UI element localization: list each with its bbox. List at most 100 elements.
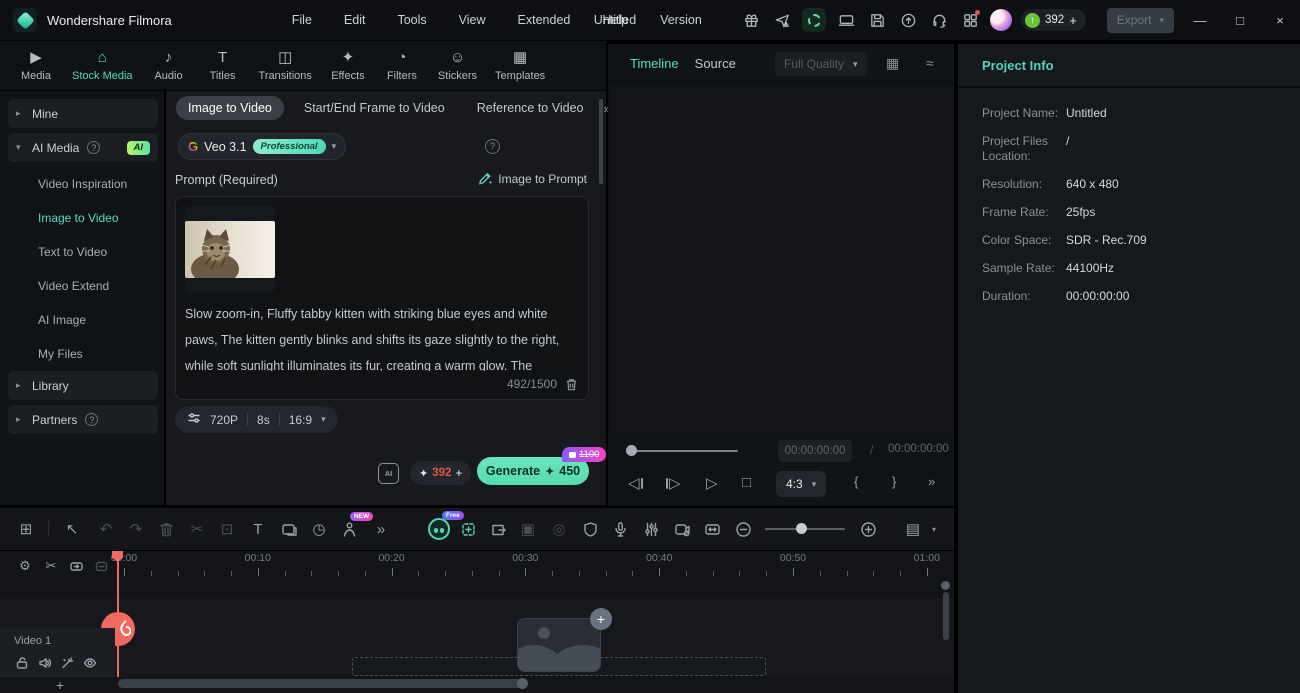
sidebar-item-video-inspiration[interactable]: Video Inspiration: [8, 167, 158, 201]
undo-icon[interactable]: ↶: [93, 508, 119, 550]
track-visibility-eye-icon[interactable]: [81, 654, 99, 672]
split-icon[interactable]: ✂: [184, 508, 210, 550]
chevron-down-icon[interactable]: ▾: [332, 141, 337, 152]
quality-selector[interactable]: Full Quality ▾: [775, 52, 867, 76]
scopes-icon[interactable]: ≈: [926, 55, 934, 71]
tab-image-to-video[interactable]: Image to Video: [176, 96, 284, 120]
sidebar-section-library[interactable]: ▸ Library: [8, 371, 158, 400]
credits-pill[interactable]: ↑ 392 +: [1021, 9, 1086, 31]
tab-timeline[interactable]: Timeline: [630, 56, 679, 71]
window-maximize-button[interactable]: □: [1220, 0, 1260, 40]
credits-add-icon[interactable]: +: [1069, 13, 1077, 28]
mask-tool-icon[interactable]: [276, 508, 302, 550]
zoom-out-icon[interactable]: [730, 508, 756, 550]
user-avatar[interactable]: [990, 9, 1012, 31]
export-chevron-icon[interactable]: ▾: [1159, 15, 1164, 26]
ai-image-reference-icon[interactable]: AI: [378, 463, 399, 484]
tab-source[interactable]: Source: [695, 56, 736, 71]
speed-tool-icon[interactable]: ◷: [306, 508, 332, 550]
tab-reference-to-video[interactable]: Reference to Video: [465, 96, 596, 120]
aspect-ratio-selector[interactable]: 4:3 ▾: [776, 471, 826, 497]
motion-tracking-icon[interactable]: NEW: [336, 508, 362, 550]
timeline-zoom-handle[interactable]: [796, 523, 807, 534]
window-minimize-button[interactable]: —: [1180, 0, 1220, 40]
media-placeholder-card[interactable]: [517, 618, 601, 672]
current-timecode[interactable]: 00:00:00:00: [778, 440, 852, 462]
task-progress-spinner[interactable]: [802, 8, 826, 32]
generator-credits-add[interactable]: +: [455, 466, 462, 480]
fit-timeline-icon[interactable]: [699, 508, 725, 550]
setting-resolution[interactable]: 720P: [210, 413, 238, 427]
menu-file[interactable]: File: [280, 9, 324, 31]
mark-in-button[interactable]: {: [854, 474, 858, 489]
nav-transitions[interactable]: ◫Transitions: [255, 50, 316, 82]
model-selector[interactable]: G Veo 3.1 Professional ▾: [178, 133, 346, 160]
delete-icon[interactable]: [153, 508, 179, 550]
snapshot-more-icon[interactable]: »: [928, 474, 935, 489]
play-button[interactable]: ▷: [706, 474, 718, 492]
manage-tracks-chevron-icon[interactable]: ▾: [932, 525, 936, 534]
sidebar-item-my-files[interactable]: My Files: [8, 337, 158, 371]
add-track-button[interactable]: +: [48, 677, 72, 693]
nav-effects[interactable]: ✦Effects: [326, 50, 370, 82]
generator-credits-pill[interactable]: ✦ 392 +: [410, 461, 471, 485]
nav-titles[interactable]: TTitles: [201, 50, 245, 82]
timeline-hscroll-handle[interactable]: [517, 678, 528, 689]
previous-frame-button[interactable]: ◁: [628, 474, 643, 492]
tab-start-end-frame[interactable]: Start/End Frame to Video: [292, 96, 457, 120]
nav-templates[interactable]: ▦Templates: [491, 50, 549, 82]
ai-copilot-icon[interactable]: Free: [426, 508, 452, 550]
sidebar-section-partners[interactable]: ▸ Partners ?: [8, 405, 158, 434]
select-tool-icon[interactable]: ↖: [59, 508, 85, 550]
track-magic-wand-icon[interactable]: [58, 654, 76, 672]
export-button[interactable]: Export ▾: [1107, 8, 1174, 33]
prompt-input-area[interactable]: Slow zoom-in, Fluffy tabby kitten with s…: [175, 196, 589, 400]
text-tool-icon[interactable]: T: [245, 508, 271, 550]
export-frame-icon[interactable]: [485, 508, 511, 550]
mark-out-button[interactable]: }: [892, 474, 896, 489]
setting-aspect-ratio[interactable]: 16:9: [289, 413, 312, 427]
timeline-ruler[interactable]: 00:0000:1000:2000:3000:4000:5001:00: [0, 551, 954, 579]
screen-record-icon[interactable]: [669, 508, 695, 550]
preview-viewport[interactable]: [610, 86, 952, 432]
gift-icon[interactable]: [740, 9, 762, 31]
model-help-icon[interactable]: ?: [485, 139, 500, 154]
record-voiceover-mic-icon[interactable]: [607, 508, 633, 550]
manage-tracks-icon[interactable]: ▤: [900, 508, 926, 550]
sidebar-section-ai-media[interactable]: ▾ AI Media ? AI: [8, 133, 158, 162]
sidebar-item-image-to-video[interactable]: Image to Video: [8, 201, 158, 235]
panel-scrollbar[interactable]: [599, 99, 603, 184]
menu-view[interactable]: View: [447, 9, 498, 31]
setting-duration[interactable]: 8s: [257, 413, 270, 427]
sidebar-item-text-to-video[interactable]: Text to Video: [8, 235, 158, 269]
help-icon[interactable]: ?: [85, 413, 98, 426]
nav-media[interactable]: ▶Media: [14, 50, 58, 82]
render-disc-icon[interactable]: ◎: [546, 508, 572, 550]
sidebar-section-mine[interactable]: ▸ Mine: [8, 99, 158, 128]
chevron-down-icon[interactable]: ▾: [321, 414, 326, 425]
scrubber-track[interactable]: [628, 450, 738, 452]
device-icon[interactable]: [835, 9, 857, 31]
image-to-prompt-button[interactable]: Image to Prompt: [478, 171, 587, 186]
nav-filters[interactable]: ◔Filters: [380, 50, 424, 82]
timeline-hscrollbar[interactable]: [118, 679, 528, 688]
redo-icon[interactable]: ↷: [123, 508, 149, 550]
save-icon[interactable]: [866, 9, 888, 31]
help-icon[interactable]: ?: [87, 141, 100, 154]
share-cursor-icon[interactable]: [771, 9, 793, 31]
timeline-vscroll-dot[interactable]: [941, 581, 950, 590]
menu-tools[interactable]: Tools: [385, 9, 438, 31]
shield-icon[interactable]: [577, 508, 603, 550]
sidebar-item-video-extend[interactable]: Video Extend: [8, 269, 158, 303]
audio-mixer-icon[interactable]: [638, 508, 664, 550]
sidebar-item-ai-image[interactable]: AI Image: [8, 303, 158, 337]
nav-audio[interactable]: ♪Audio: [147, 50, 191, 82]
timeline-vscrollbar[interactable]: [943, 592, 949, 640]
prompt-text[interactable]: Slow zoom-in, Fluffy tabby kitten with s…: [185, 301, 579, 371]
track-mute-speaker-icon[interactable]: [36, 654, 54, 672]
nav-stickers[interactable]: ☺Stickers: [434, 50, 481, 82]
menu-edit[interactable]: Edit: [332, 9, 378, 31]
upload-icon[interactable]: [897, 9, 919, 31]
filmora-logo-icon[interactable]: [13, 8, 37, 32]
add-media-plus-button[interactable]: +: [590, 608, 612, 630]
